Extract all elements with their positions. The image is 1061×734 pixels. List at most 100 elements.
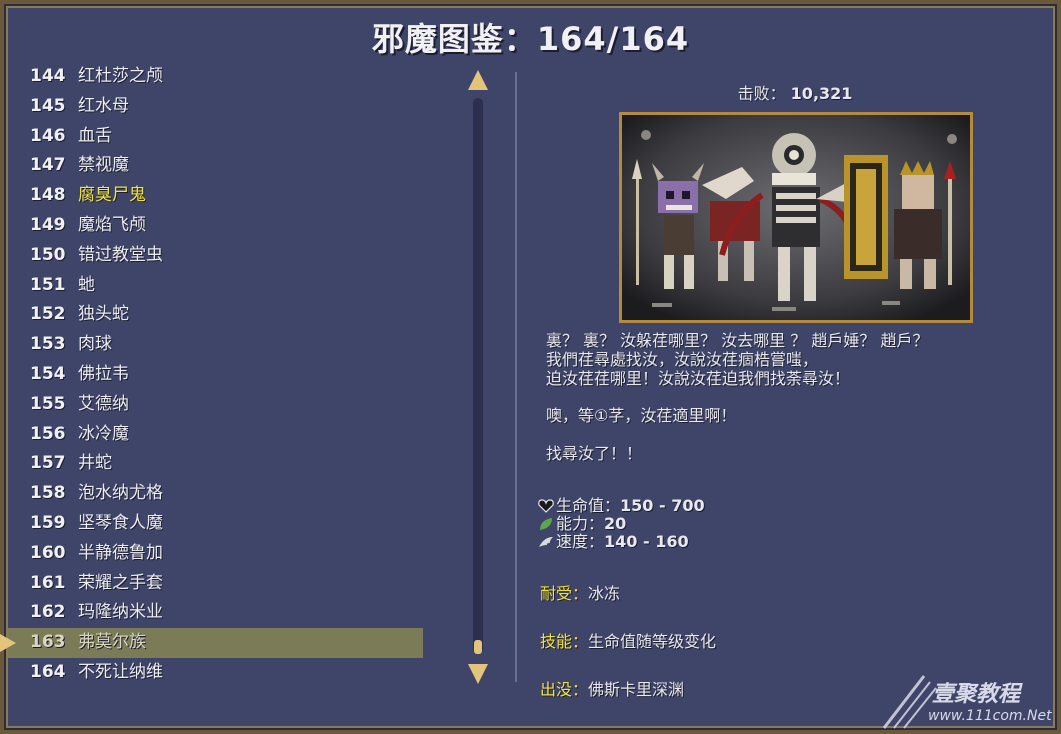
stat-hp-value: 150 - 700 [620,496,705,515]
list-item-number: 163 [30,632,66,653]
list-item-number: 151 [30,274,66,295]
page-title: 邪魔图鉴：164/164 [371,20,690,58]
list-item-name: 坚琴食人魔 [78,512,163,533]
list-item[interactable]: 163 弗莫尔族 [0,628,423,658]
list-item[interactable]: 160 半静德鲁加 [0,539,460,569]
kill-count: 击败： 10,321 [620,80,970,104]
attr-resist-value: 冰冻 [588,584,621,603]
list-item[interactable]: 154 佛拉韦 [0,360,460,390]
list-item-number: 152 [30,304,66,325]
list-item[interactable]: 158 泡水纳尤格 [0,479,460,509]
scrollbar-thumb[interactable] [474,640,482,654]
list-item-number: 149 [30,214,66,235]
list-item-name: 红水母 [78,95,129,116]
list-item-name: 虵 [78,274,95,295]
attr-resist-label: 耐受： [540,584,589,603]
list-item-name: 腐臭尸鬼 [78,185,146,206]
attr-skill-label: 技能： [540,632,589,651]
list-item[interactable]: 164 不死让纳维 [0,658,460,688]
list-item-number: 146 [30,125,66,146]
list-item-number: 156 [30,423,66,444]
stat-speed: 速度：140 - 160 [538,533,689,551]
stat-hp-label: 生命值： [556,496,621,515]
scroll-down-arrow-icon[interactable] [468,664,488,684]
attr-resist: 耐受：冰冻 [540,580,620,604]
list-item-name: 冰冷魔 [78,423,129,444]
list-item[interactable]: 155 艾德纳 [0,390,460,420]
quote-line-5: 找尋汝了！！ [546,444,643,463]
list-item[interactable]: 159 坚琴食人魔 [0,509,460,539]
heart-icon [538,499,554,513]
attr-skill: 技能：生命值随等级变化 [540,628,716,652]
list-item-name: 禁视魔 [78,155,129,176]
list-item[interactable]: 150 错过教堂虫 [0,241,460,271]
attr-skill-value: 生命值随等级变化 [588,632,717,651]
list-item-name: 错过教堂虫 [78,244,163,265]
list-item[interactable]: 147 禁视魔 [0,151,460,181]
list-item-name: 肉球 [78,334,112,355]
quote-line-4: 噢，等①芓，汝荏適里啊！ [546,406,737,425]
list-item-name: 不死让纳维 [78,661,163,682]
list-item[interactable]: 151 虵 [0,271,460,301]
selection-cursor-icon [0,634,16,653]
list-item-name: 玛隆纳米业 [78,602,163,623]
list-item-number: 153 [30,334,66,355]
list-item[interactable]: 162 玛隆纳米业 [0,598,460,628]
wing-icon [538,535,554,549]
list-item-number: 162 [30,602,66,623]
monster-list: 144 红杜莎之颅 145 红水母 146 血舌 147 禁视魔 148 腐臭尸鬼 149 魔焰飞颅 1… [0,62,460,688]
list-item[interactable]: 149 魔焰飞颅 [0,211,460,241]
watermark-url: www.111com.Net [928,708,1052,724]
stat-speed-value: 140 - 160 [604,532,689,551]
quote-line-3: 迫汝荏荏哪里！汝說汝荏迫我們找荼尋汝！ [546,369,851,388]
list-item-number: 150 [30,244,66,265]
list-item-number: 144 [30,66,66,86]
list-item-name: 荣耀之手套 [78,572,163,593]
list-item-number: 155 [30,393,66,414]
list-item-name: 弗莫尔族 [78,632,146,653]
list-item-name: 半静德鲁加 [78,542,163,563]
list-item-name: 艾德纳 [78,393,129,414]
list-item-name: 魔焰飞颅 [78,214,146,235]
attr-location: 出没：佛斯卡里深渊 [540,676,684,700]
list-item[interactable]: 152 独头蛇 [0,300,460,330]
stat-hp: 生命值：150 - 700 [538,497,705,515]
list-item[interactable]: 153 肉球 [0,330,460,360]
list-item-name: 独头蛇 [78,304,129,325]
list-item-number: 154 [30,363,66,384]
list-item-number: 161 [30,572,66,593]
list-item-number: 160 [30,542,66,563]
scroll-up-arrow-icon[interactable] [468,70,488,90]
list-item-number: 164 [30,661,66,682]
leaf-icon [538,517,554,531]
list-item[interactable]: 157 井蛇 [0,449,460,479]
kill-count-label: 击败： [737,84,786,103]
list-item[interactable]: 161 荣耀之手套 [0,569,460,599]
list-item[interactable]: 148 腐臭尸鬼 [0,181,460,211]
list-item-name: 井蛇 [78,453,112,474]
list-item-name: 红杜莎之颅 [78,66,163,86]
monster-portrait-image [622,115,970,320]
list-item-number: 158 [30,483,66,504]
quote-line-1: 裏？ 裏？ 汝躲荏哪里？ 汝去哪里 ？ 趙戶娷？ 趙戶？ [546,331,929,350]
attr-location-value: 佛斯卡里深渊 [588,680,685,699]
stat-power-label: 能力： [556,514,605,533]
list-item-name: 泡水纳尤格 [78,483,163,504]
list-item[interactable]: 146 血舌 [0,122,460,152]
stat-power-value: 20 [604,514,627,533]
kill-count-value: 10,321 [790,84,853,103]
monster-portrait [619,112,973,323]
scrollbar-track[interactable] [473,98,483,654]
list-item[interactable]: 145 红水母 [0,92,460,122]
list-item[interactable]: 156 冰冷魔 [0,420,460,450]
list-item-number: 145 [30,95,66,116]
list-item-number: 157 [30,453,66,474]
panel-divider [515,72,517,682]
list-item-number: 147 [30,155,66,176]
list-item-name: 血舌 [78,125,112,146]
list-item-number: 159 [30,512,66,533]
watermark-text: 壹聚教程 [932,682,1021,707]
list-item[interactable]: 144 红杜莎之颅 [0,62,460,92]
list-item-name: 佛拉韦 [78,363,129,384]
stat-power: 能力：20 [538,515,626,533]
